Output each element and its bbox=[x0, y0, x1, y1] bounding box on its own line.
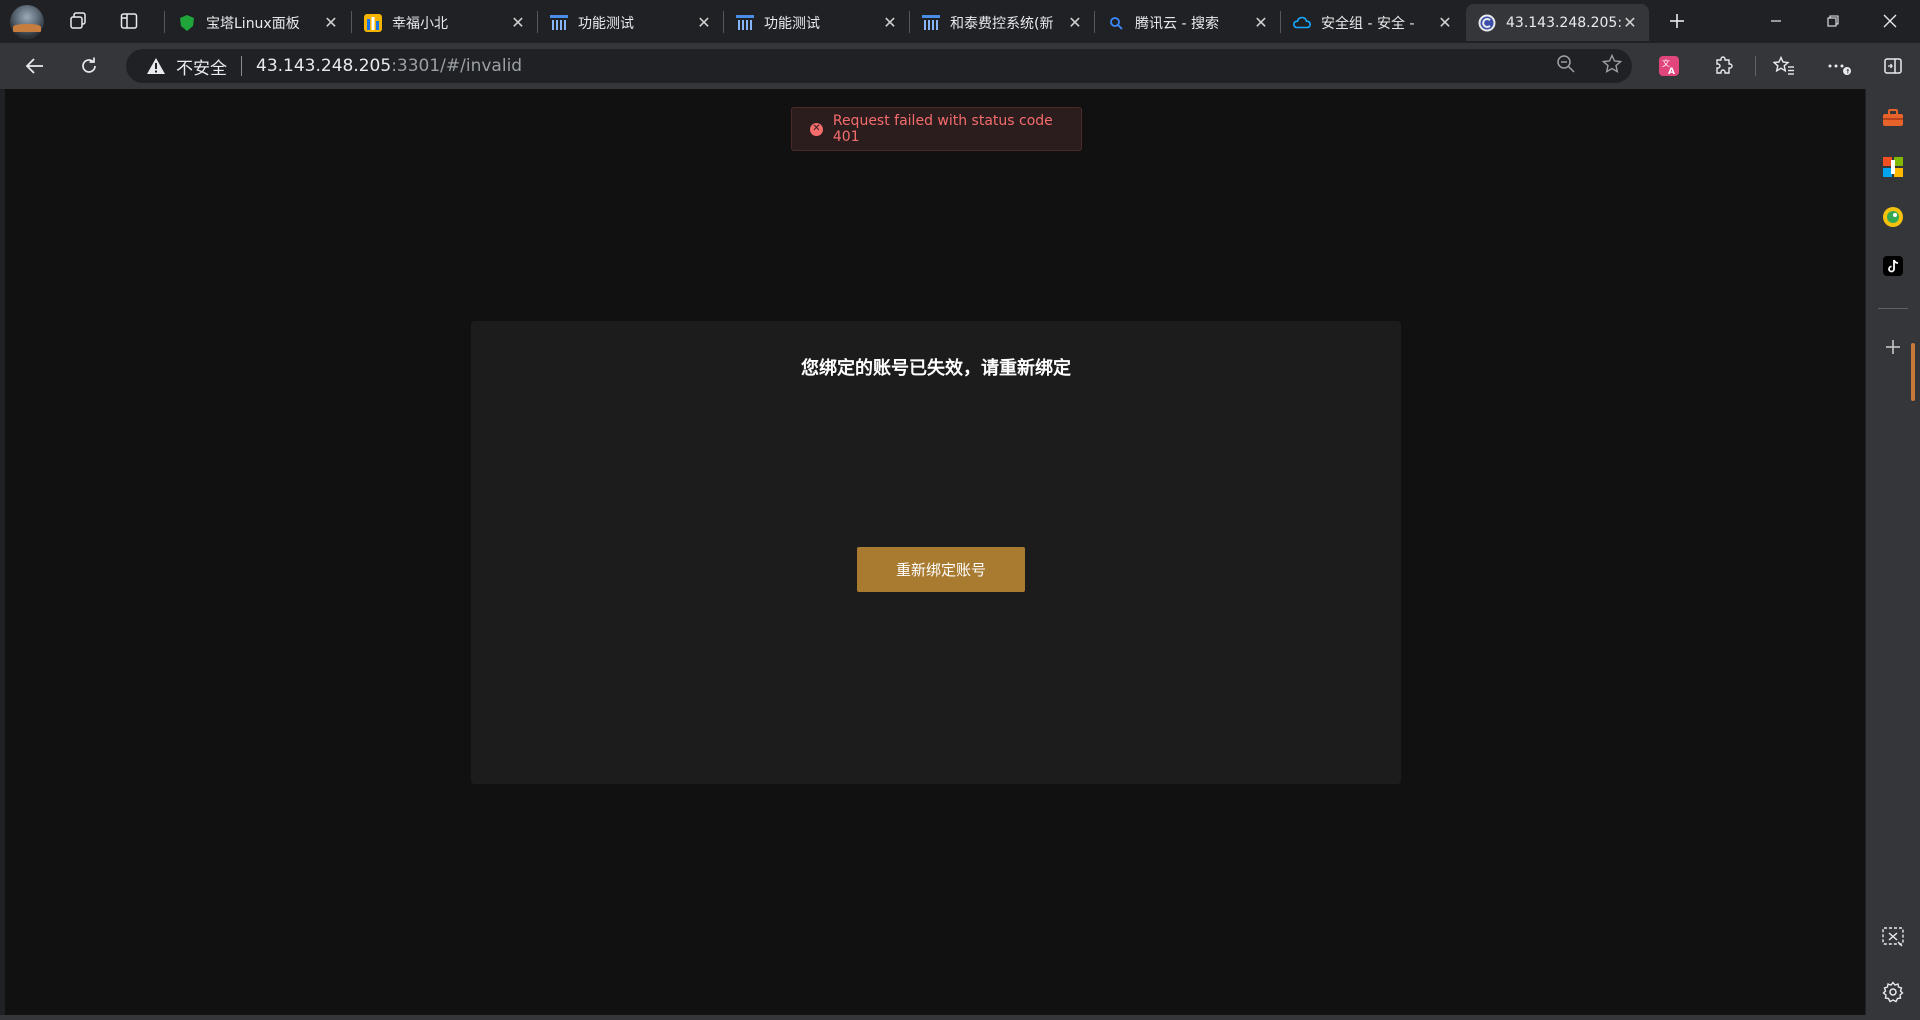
sidebar-scrollbar[interactable] bbox=[1911, 343, 1915, 401]
invalid-account-card: 您绑定的账号已失效，请重新绑定 重新绑定账号 bbox=[471, 321, 1401, 784]
rebind-account-button[interactable]: 重新绑定账号 bbox=[857, 547, 1025, 592]
profile-avatar[interactable] bbox=[10, 5, 44, 39]
vertical-tabs-icon[interactable] bbox=[112, 6, 146, 36]
refresh-icon[interactable] bbox=[72, 50, 106, 82]
edge-sidebar bbox=[1866, 89, 1920, 1020]
tiktok-icon[interactable] bbox=[1880, 253, 1906, 279]
tab-test-2[interactable]: 功能测试 ✕ bbox=[724, 4, 909, 41]
extensions-icon[interactable] bbox=[1707, 50, 1741, 82]
divider bbox=[241, 56, 242, 76]
toolbox-icon[interactable] bbox=[1880, 105, 1906, 131]
close-tab-icon[interactable]: ✕ bbox=[509, 13, 527, 32]
screenshot-icon[interactable] bbox=[1880, 924, 1906, 950]
cloud-icon bbox=[1293, 14, 1311, 32]
more-menu-icon[interactable]: ↑ bbox=[1822, 50, 1856, 82]
restore-icon[interactable] bbox=[1805, 0, 1861, 42]
error-toast: ✕ Request failed with status code 401 bbox=[791, 107, 1082, 151]
sidebar-divider bbox=[1878, 308, 1908, 309]
address-bar-actions bbox=[1556, 49, 1623, 83]
tab-current[interactable]: 43.143.248.205:3 ✕ bbox=[1466, 4, 1649, 41]
close-tab-icon[interactable]: ✕ bbox=[1436, 13, 1454, 32]
building-icon bbox=[364, 13, 382, 32]
tab-baota[interactable]: 宝塔Linux面板 ✕ bbox=[166, 4, 350, 41]
chart-icon bbox=[550, 14, 568, 32]
chart-icon bbox=[736, 14, 754, 32]
zoom-out-icon[interactable] bbox=[1556, 54, 1576, 78]
search-icon bbox=[1107, 14, 1125, 32]
sidebar-toggle-icon[interactable] bbox=[1876, 50, 1910, 82]
window-bottom-edge bbox=[0, 1015, 1866, 1020]
office-icon[interactable] bbox=[1880, 154, 1906, 180]
svg-text:↑: ↑ bbox=[1845, 69, 1850, 76]
close-tab-icon[interactable]: ✕ bbox=[1252, 13, 1270, 32]
tab-xingfu[interactable]: 幸福小北 ✕ bbox=[352, 4, 537, 41]
tab-hetai[interactable]: 和泰费控系统(新 ✕ bbox=[910, 4, 1094, 41]
settings-icon[interactable] bbox=[1880, 979, 1906, 1005]
close-tab-icon[interactable]: ✕ bbox=[1066, 13, 1084, 32]
error-circle-icon: ✕ bbox=[810, 122, 823, 136]
tab-security-group[interactable]: 安全组 - 安全 - ✕ bbox=[1281, 4, 1464, 41]
security-label[interactable]: 不安全 bbox=[176, 54, 227, 79]
close-tab-icon[interactable]: ✕ bbox=[881, 13, 899, 32]
games-icon[interactable] bbox=[1880, 204, 1906, 230]
tab-title: 和泰费控系统(新 bbox=[950, 15, 1054, 32]
back-icon[interactable] bbox=[18, 50, 52, 82]
close-tab-icon[interactable]: ✕ bbox=[1621, 13, 1639, 32]
url-path[interactable]: :3301/#/invalid bbox=[391, 56, 522, 76]
tab-title: 幸福小北 bbox=[392, 15, 448, 32]
tab-title: 功能测试 bbox=[764, 15, 820, 32]
toolbar-divider bbox=[1755, 56, 1756, 76]
card-title: 您绑定的账号已失效，请重新绑定 bbox=[801, 358, 1071, 379]
chart-icon bbox=[922, 14, 940, 32]
url-host[interactable]: 43.143.248.205 bbox=[256, 56, 391, 76]
tab-separator bbox=[164, 11, 165, 33]
address-bar[interactable]: 不安全 43.143.248.205:3301/#/invalid bbox=[126, 49, 1632, 83]
baota-shield-icon bbox=[178, 14, 196, 32]
minimize-icon[interactable] bbox=[1748, 0, 1804, 42]
tab-test-1[interactable]: 功能测试 ✕ bbox=[538, 4, 723, 41]
tab-title: 功能测试 bbox=[578, 15, 634, 32]
add-icon[interactable] bbox=[1880, 334, 1906, 360]
translate-extension-icon[interactable]: 文A bbox=[1652, 50, 1686, 82]
workspaces-icon[interactable] bbox=[61, 6, 95, 36]
close-tab-icon[interactable]: ✕ bbox=[322, 13, 340, 32]
tab-strip: 宝塔Linux面板 ✕ 幸福小北 ✕ 功能测试 ✕ 功能测试 ✕ 和泰费控系统(… bbox=[0, 0, 1920, 43]
browser-toolbar: 不安全 43.143.248.205:3301/#/invalid 文A ↑ bbox=[0, 43, 1920, 89]
tab-title: 43.143.248.205:3 bbox=[1506, 14, 1621, 31]
tab-title: 宝塔Linux面板 bbox=[206, 15, 300, 32]
c-logo-icon bbox=[1478, 14, 1496, 32]
page-viewport: ✕ Request failed with status code 401 您绑… bbox=[5, 89, 1865, 1015]
favorites-icon[interactable] bbox=[1767, 50, 1801, 82]
tab-title: 安全组 - 安全 - bbox=[1321, 15, 1415, 32]
close-window-icon[interactable] bbox=[1862, 0, 1918, 42]
close-tab-icon[interactable]: ✕ bbox=[695, 13, 713, 32]
toast-message: Request failed with status code 401 bbox=[832, 113, 1053, 145]
warning-icon[interactable] bbox=[146, 57, 166, 75]
svg-text:A: A bbox=[1668, 67, 1675, 77]
tab-tencent-search[interactable]: 腾讯云 - 搜索 ✕ bbox=[1095, 4, 1280, 41]
favorite-star-icon[interactable] bbox=[1601, 53, 1623, 78]
new-tab-icon[interactable] bbox=[1660, 6, 1694, 36]
tab-title: 腾讯云 - 搜索 bbox=[1135, 15, 1219, 32]
